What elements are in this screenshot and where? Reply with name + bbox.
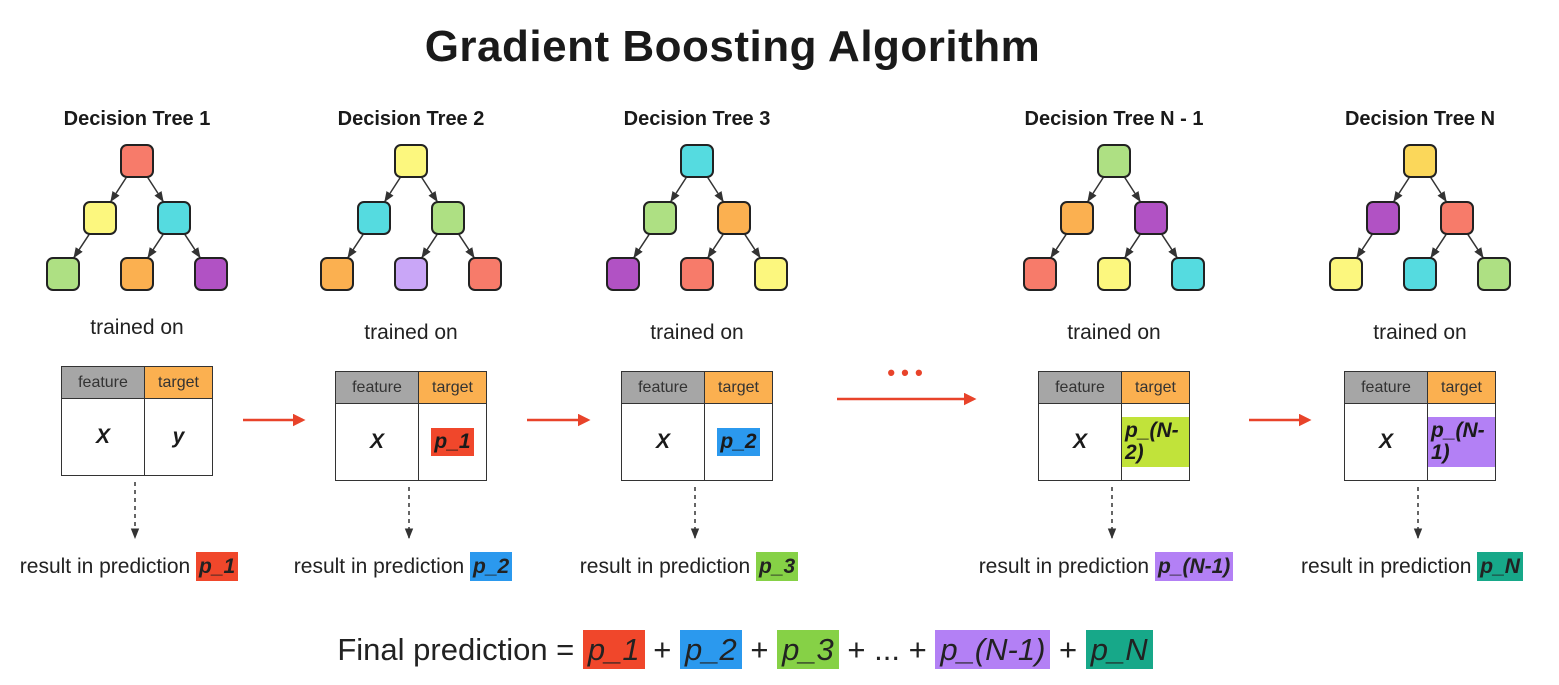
tree-node [320, 257, 354, 291]
tree-node [606, 257, 640, 291]
tree-node [1023, 257, 1057, 291]
plus-operator: + [1050, 632, 1086, 667]
tree-node [468, 257, 502, 291]
plus-operator: + [741, 632, 778, 667]
tree-edge [1356, 234, 1373, 259]
tree-node [394, 257, 428, 291]
tree-node [680, 257, 714, 291]
tree-edge [1430, 177, 1447, 203]
tree-edge [1087, 177, 1104, 203]
tree-edge [347, 234, 364, 259]
tree-node [1440, 201, 1474, 235]
tree-node [717, 201, 751, 235]
tree-node [754, 257, 788, 291]
tree-edge [744, 234, 761, 259]
final-ellipsis: ... [874, 632, 900, 667]
tree-edge [147, 234, 164, 259]
tree-node [394, 144, 428, 178]
tree-node [1403, 257, 1437, 291]
tree-edge [110, 177, 127, 203]
tree-edge [707, 234, 724, 259]
tree-edge [73, 234, 90, 259]
tree-node [120, 144, 154, 178]
tree-edge [1050, 234, 1067, 259]
tree-edge [1161, 234, 1178, 259]
connector-layer: • • • [46, 144, 1511, 540]
tree-node [1366, 201, 1400, 235]
tree-node [431, 201, 465, 235]
ellipsis: • • • [887, 360, 922, 385]
final-prediction-equation: Final prediction = p_1 + p_2 + p_3 + ...… [0, 630, 1490, 669]
final-term: p_N [1085, 630, 1153, 669]
final-term: p_2 [679, 630, 742, 669]
tree-node [1403, 144, 1437, 178]
tree-node [1171, 257, 1205, 291]
tree-edge [147, 177, 164, 203]
tree-node [46, 257, 80, 291]
tree-node [357, 201, 391, 235]
final-prediction-label: Final prediction = [337, 632, 575, 667]
tree-edge [1124, 177, 1141, 203]
tree-node [120, 257, 154, 291]
tree-edge [707, 177, 724, 203]
tree-node [1097, 144, 1131, 178]
tree-edge [384, 177, 401, 203]
tree-node [1097, 257, 1131, 291]
tree-edge [1124, 234, 1141, 259]
tree-edge [1467, 234, 1484, 259]
plus-operator: + [899, 632, 936, 667]
tree-node [1329, 257, 1363, 291]
tree-node [194, 257, 228, 291]
tree-node [680, 144, 714, 178]
final-term: p_(N-1) [935, 630, 1051, 669]
final-prediction-terms: p_1 + p_2 + p_3 + ... + p_(N-1) + p_N [582, 630, 1153, 669]
tree-node [1477, 257, 1511, 291]
tree-edge [184, 234, 201, 259]
final-term: p_1 [582, 630, 645, 669]
tree-edge [458, 234, 475, 259]
plus-operator: + [838, 632, 875, 667]
tree-edge [670, 177, 687, 203]
tree-edge [1430, 234, 1447, 259]
tree-edge [633, 234, 650, 259]
tree-edge [421, 234, 438, 259]
tree-node [157, 201, 191, 235]
tree-edge [421, 177, 438, 203]
plus-operator: + [644, 632, 680, 667]
final-term: p_3 [777, 630, 839, 669]
tree-node [83, 201, 117, 235]
tree-edge [1393, 177, 1410, 203]
tree-node [1060, 201, 1094, 235]
tree-node [643, 201, 677, 235]
tree-node [1134, 201, 1168, 235]
